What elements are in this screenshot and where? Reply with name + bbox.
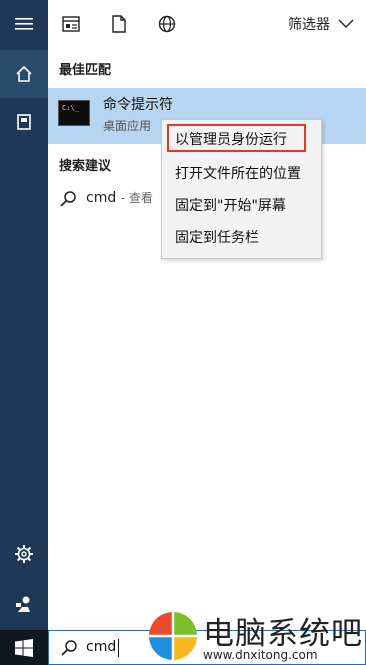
search-input-value: cmd [86, 639, 117, 655]
context-menu: 以管理员身份运行 打开文件所在的位置 固定到"开始"屏幕 固定到任务栏 [161, 119, 322, 259]
documents-scope-button[interactable] [108, 13, 130, 35]
apps-icon [62, 16, 80, 32]
search-icon [60, 191, 76, 207]
hamburger-icon [15, 18, 33, 30]
result-title: 命令提示符 [103, 97, 173, 113]
user-icon [16, 596, 30, 612]
start-left-rail [0, 0, 48, 630]
start-button[interactable] [0, 630, 48, 665]
documents-icon [112, 15, 126, 33]
windows-flag-logo [147, 610, 199, 662]
suggestion-query: cmd [86, 190, 117, 206]
suggestions-heading: 搜索建议 [59, 159, 112, 174]
menu-item-pin-to-taskbar[interactable]: 固定到任务栏 [175, 227, 259, 247]
chevron-down-icon [338, 19, 354, 28]
menu-item-pin-to-start[interactable]: 固定到"开始"屏幕 [175, 195, 286, 215]
search-scope-toolbar: 筛选器 [48, 0, 366, 48]
user-account-button[interactable] [0, 580, 48, 628]
windows-logo-icon [15, 638, 33, 657]
filter-label: 筛选器 [288, 17, 330, 33]
menu-item-open-file-location[interactable]: 打开文件所在的位置 [175, 163, 301, 183]
filter-dropdown[interactable]: 筛选器 [288, 14, 354, 34]
documents-icon [17, 114, 31, 130]
search-icon [61, 640, 77, 656]
settings-button[interactable] [0, 530, 48, 578]
documents-button[interactable] [0, 98, 48, 146]
settings-icon [15, 545, 33, 563]
home-icon [16, 65, 32, 82]
web-scope-button[interactable] [156, 13, 178, 35]
hamburger-menu-button[interactable] [0, 0, 48, 48]
suggestion-hint: - 查看 [120, 191, 153, 205]
watermark-url: www.dnxitong.com [203, 648, 318, 662]
watermark-brand-text: 电脑系统吧 [203, 616, 363, 652]
home-button[interactable] [0, 50, 48, 98]
result-subtitle: 桌面应用 [103, 119, 152, 133]
menu-item-run-as-admin[interactable]: 以管理员身份运行 [175, 129, 287, 149]
web-icon [158, 15, 176, 33]
site-watermark: 电脑系统吧 www.dnxitong.com [145, 606, 366, 665]
text-caret [118, 639, 119, 657]
command-prompt-icon: C:\_ [58, 100, 90, 126]
best-match-heading: 最佳匹配 [59, 63, 112, 78]
apps-scope-button[interactable] [60, 13, 82, 35]
